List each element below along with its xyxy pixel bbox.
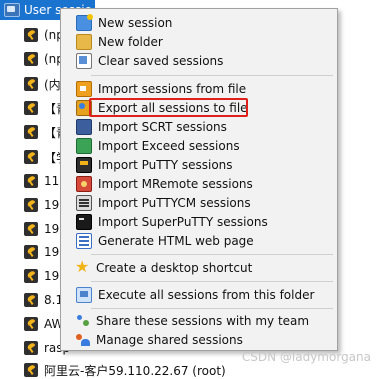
menu-label: Execute all sessions from this folder <box>98 288 315 302</box>
manage-users-icon <box>76 333 90 347</box>
key-icon <box>24 52 38 66</box>
session-label: 阿里云-客户59.110.22.67 (root) <box>44 363 226 378</box>
key-icon <box>24 77 38 91</box>
menu-label: Import MRemote sessions <box>98 177 253 191</box>
html-page-icon <box>76 233 92 249</box>
menu-label: New folder <box>98 35 163 49</box>
key-icon <box>24 363 38 377</box>
key-icon <box>24 293 38 307</box>
key-icon <box>24 269 38 283</box>
key-icon <box>24 317 38 331</box>
menu-separator <box>91 75 333 76</box>
menu-new-session[interactable]: New session <box>61 14 337 32</box>
superputty-icon <box>76 214 92 230</box>
menu-share-sessions[interactable]: Share these sessions with my team <box>61 312 337 330</box>
session-item[interactable]: 阿里云-客户59.110.22.67 (root) <box>24 361 226 379</box>
key-icon <box>24 150 38 164</box>
menu-import-putty[interactable]: Import PuTTY sessions <box>61 156 337 174</box>
menu-import-exceed[interactable]: Import Exceed sessions <box>61 137 337 155</box>
import-file-icon <box>76 81 92 97</box>
menu-label: Import PuTTYCM sessions <box>98 196 251 210</box>
menu-clear-saved-sessions[interactable]: Clear saved sessions <box>61 52 337 70</box>
menu-label: Create a desktop shortcut <box>96 261 253 275</box>
key-icon <box>24 198 38 212</box>
share-users-icon <box>76 314 90 328</box>
key-icon <box>24 101 38 115</box>
key-icon <box>24 28 38 42</box>
puttycm-icon <box>76 195 92 211</box>
menu-import-puttycm[interactable]: Import PuTTYCM sessions <box>61 194 337 212</box>
scrt-icon <box>76 119 92 135</box>
menu-label: Import PuTTY sessions <box>98 158 233 172</box>
menu-import-mremote[interactable]: Import MRemote sessions <box>61 175 337 193</box>
menu-generate-html[interactable]: Generate HTML web page <box>61 232 337 250</box>
key-icon <box>24 245 38 259</box>
highlight-box <box>89 98 248 117</box>
menu-separator <box>91 254 333 255</box>
new-session-icon <box>76 14 93 31</box>
clear-sessions-icon <box>76 53 92 69</box>
key-icon <box>24 174 38 188</box>
menu-create-desktop-shortcut[interactable]: Create a desktop shortcut <box>61 257 337 277</box>
menu-label: Manage shared sessions <box>96 333 243 347</box>
menu-separator <box>91 308 333 309</box>
menu-label: Import SuperPuTTY sessions <box>98 215 268 229</box>
key-icon <box>24 222 38 236</box>
menu-manage-shared-sessions[interactable]: Manage shared sessions <box>61 331 337 349</box>
execute-icon <box>76 287 92 303</box>
menu-label: Import sessions from file <box>98 82 247 96</box>
menu-label: New session <box>98 16 173 30</box>
folder-icon <box>76 34 92 50</box>
key-icon <box>24 125 38 139</box>
menu-label: Generate HTML web page <box>98 234 254 248</box>
menu-new-folder[interactable]: New folder <box>61 33 337 51</box>
menu-import-superputty[interactable]: Import SuperPuTTY sessions <box>61 213 337 231</box>
menu-import-scrt[interactable]: Import SCRT sessions <box>61 118 337 136</box>
menu-label: Clear saved sessions <box>98 54 224 68</box>
menu-import-sessions-from-file[interactable]: Import sessions from file <box>61 80 337 98</box>
menu-label: Share these sessions with my team <box>96 314 310 328</box>
menu-execute-all-sessions[interactable]: Execute all sessions from this folder <box>61 286 337 304</box>
putty-icon <box>76 157 92 173</box>
star-icon <box>75 257 90 276</box>
menu-label: Import Exceed sessions <box>98 139 240 153</box>
key-icon <box>24 341 38 355</box>
context-menu: New session New folder Clear saved sessi… <box>60 8 338 351</box>
menu-label: Import SCRT sessions <box>98 120 227 134</box>
exceed-icon <box>76 138 92 154</box>
folder-icon <box>4 3 20 17</box>
menu-separator <box>91 281 333 282</box>
mremote-icon <box>76 176 92 192</box>
watermark: CSDN @ladymorgana <box>241 350 371 364</box>
